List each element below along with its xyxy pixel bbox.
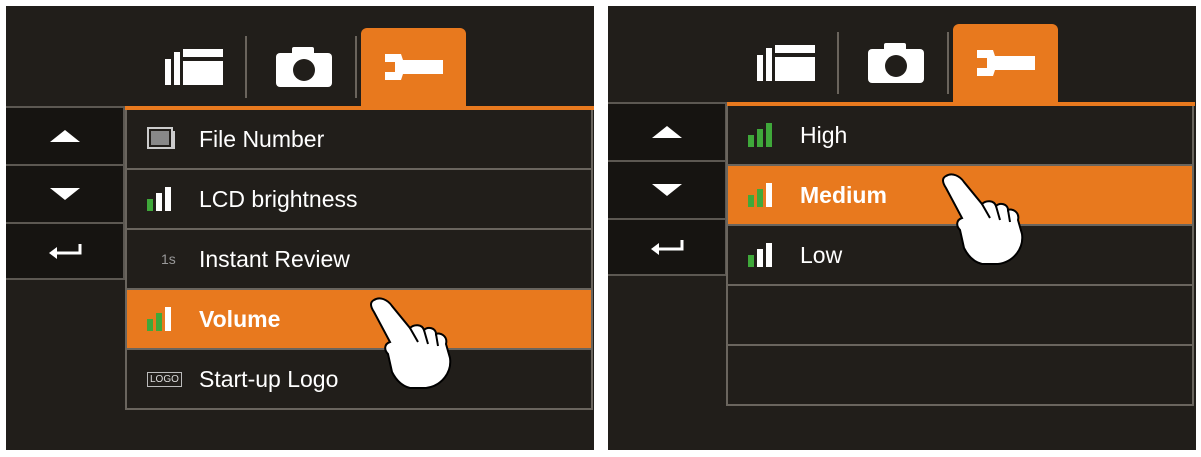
return-button[interactable]	[608, 218, 727, 276]
hand-pointer-icon	[370, 297, 452, 389]
tab-settings[interactable]	[953, 24, 1058, 102]
nav-buttons	[6, 106, 125, 280]
menu-item-label: File Number	[199, 125, 325, 152]
down-arrow-icon	[49, 188, 80, 200]
menu-item-label: LCD brightness	[199, 185, 358, 212]
level-high-icon	[748, 123, 800, 147]
up-arrow-icon	[49, 130, 80, 142]
up-arrow-icon	[651, 126, 682, 138]
tab-camera[interactable]	[251, 28, 356, 106]
menu-item-file-number[interactable]: File Number	[127, 110, 591, 170]
camera-icon	[867, 43, 924, 83]
tab-playback[interactable]	[141, 28, 246, 106]
menu-item-instant-review[interactable]: 1s Instant Review	[127, 230, 591, 290]
logo-icon: LOGO	[147, 371, 199, 387]
empty-row	[728, 346, 1192, 406]
instant-review-icon: 1s	[161, 251, 176, 267]
camera-icon	[275, 47, 332, 87]
tab-bar	[141, 28, 481, 106]
return-button[interactable]	[6, 222, 125, 280]
level-medium-icon	[748, 183, 800, 207]
volume-submenu-screen: High Medium Low	[608, 6, 1196, 450]
option-label: High	[800, 121, 848, 148]
menu-item-label: Volume	[199, 305, 281, 332]
menu-item-label: Instant Review	[199, 245, 350, 272]
menu-item-lcd-brightness[interactable]: LCD brightness	[127, 170, 591, 230]
menu-item-volume[interactable]: Volume	[127, 290, 591, 350]
wrench-icon	[976, 50, 1035, 76]
down-arrow-icon	[651, 184, 682, 196]
menu-item-label: Start-up Logo	[199, 365, 339, 392]
settings-menu-list: File Number LCD brightness 1s Instant Re…	[125, 110, 593, 410]
up-button[interactable]	[6, 106, 125, 164]
empty-row	[728, 286, 1192, 346]
tab-divider	[245, 36, 247, 98]
settings-menu-screen: File Number LCD brightness 1s Instant Re…	[6, 6, 594, 450]
gallery-icon	[756, 45, 815, 81]
tab-playback[interactable]	[733, 24, 838, 102]
return-icon	[48, 244, 81, 259]
tab-divider	[837, 32, 839, 94]
down-button[interactable]	[6, 164, 125, 222]
option-label: Low	[800, 241, 843, 268]
up-button[interactable]	[608, 102, 727, 160]
tab-settings[interactable]	[361, 28, 466, 106]
option-high[interactable]: High	[728, 106, 1192, 166]
down-button[interactable]	[608, 160, 727, 218]
wrench-icon	[384, 54, 443, 80]
gallery-icon	[164, 49, 223, 85]
tab-divider	[947, 32, 949, 94]
menu-item-startup-logo[interactable]: LOGO Start-up Logo	[127, 350, 591, 410]
hand-pointer-icon	[942, 173, 1024, 265]
tab-divider	[355, 36, 357, 98]
volume-bars-icon	[147, 307, 199, 331]
tab-bar	[733, 24, 1073, 102]
brightness-bars-icon	[147, 187, 199, 211]
nav-buttons	[608, 102, 727, 276]
return-icon	[650, 240, 683, 255]
level-low-icon	[748, 243, 800, 267]
option-label: Medium	[800, 181, 887, 208]
file-number-icon	[147, 127, 199, 151]
tab-camera[interactable]	[843, 24, 948, 102]
